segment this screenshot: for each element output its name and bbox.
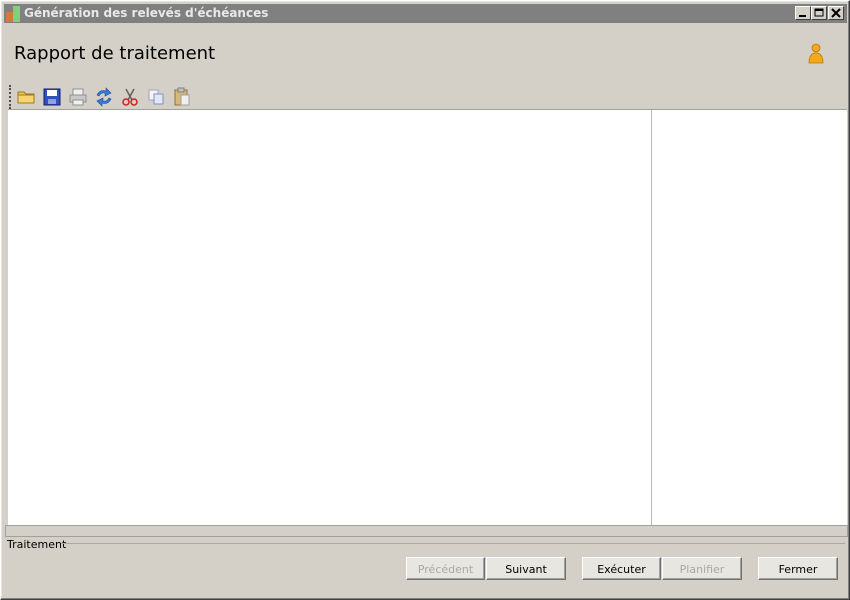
open-folder-icon xyxy=(17,91,35,104)
title-bar[interactable]: Génération des relevés d'échéances xyxy=(4,4,847,23)
main-window: Génération des relevés d'échéances Rappo… xyxy=(0,0,850,600)
maximize-icon xyxy=(814,8,824,17)
copy-icon xyxy=(148,89,164,105)
execute-button[interactable]: Exécuter xyxy=(582,557,661,580)
refresh-icon xyxy=(96,87,112,107)
group-divider xyxy=(61,543,845,544)
paste-button[interactable] xyxy=(172,87,192,107)
maximize-button[interactable] xyxy=(811,6,827,20)
app-icon xyxy=(6,6,22,22)
cut-button[interactable] xyxy=(120,87,140,107)
close-window-button[interactable] xyxy=(828,6,844,20)
paste-icon xyxy=(174,87,190,106)
user-icon[interactable] xyxy=(807,43,825,65)
page-title: Rapport de traitement xyxy=(14,43,216,64)
copy-button[interactable] xyxy=(146,87,166,107)
minimize-button[interactable] xyxy=(795,6,811,20)
cut-icon xyxy=(122,88,138,106)
toolbar xyxy=(8,85,208,109)
open-folder-button[interactable] xyxy=(16,87,36,107)
previous-button[interactable]: Précédent xyxy=(406,557,485,580)
close-button[interactable]: Fermer xyxy=(758,557,838,580)
panel-splitter[interactable] xyxy=(651,110,652,525)
print-button[interactable] xyxy=(68,87,88,107)
report-content-area[interactable] xyxy=(8,109,847,525)
minimize-icon xyxy=(799,15,806,17)
toolbar-grip[interactable] xyxy=(9,85,12,109)
horizontal-scrollbar[interactable] xyxy=(5,525,848,537)
window-title: Génération des relevés d'échéances xyxy=(24,6,269,20)
schedule-button[interactable]: Planifier xyxy=(662,557,742,580)
group-label-traitement: Traitement xyxy=(7,538,67,551)
save-icon xyxy=(43,88,61,106)
next-button[interactable]: Suivant xyxy=(486,557,566,580)
print-icon xyxy=(69,88,87,106)
refresh-button[interactable] xyxy=(94,87,114,107)
close-icon xyxy=(831,8,841,18)
save-button[interactable] xyxy=(42,87,62,107)
